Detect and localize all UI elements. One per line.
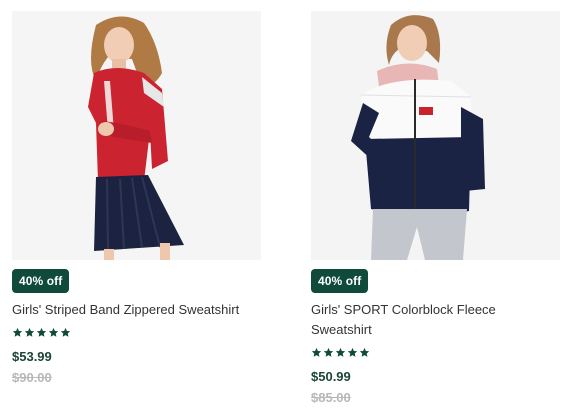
star-icon (359, 347, 370, 358)
product-image[interactable] (12, 11, 261, 260)
product-name[interactable]: Girls' SPORT Colorblock Fleece Sweatshir… (311, 300, 560, 340)
star-rating (12, 327, 71, 339)
original-price: $90.00 (12, 370, 52, 385)
star-icon (60, 327, 71, 338)
girl-navy-white-colorblock-fleece-photo (311, 11, 560, 260)
star-icon (347, 347, 358, 358)
discount-badge: 40% off (311, 269, 369, 293)
original-price: $85.00 (311, 390, 351, 405)
product-name[interactable]: Girls' Striped Band Zippered Sweatshirt (12, 300, 261, 320)
product-image[interactable] (311, 11, 560, 260)
star-icon (323, 347, 334, 358)
star-icon (12, 327, 23, 338)
star-rating (311, 347, 370, 359)
star-icon (48, 327, 59, 338)
sale-price: $53.99 (12, 349, 52, 364)
star-icon (335, 347, 346, 358)
star-icon (311, 347, 322, 358)
product-card[interactable]: 40% off Girls' SPORT Colorblock Fleece S… (311, 11, 560, 405)
discount-badge: 40% off (12, 269, 70, 293)
girl-red-striped-sweatshirt-photo (12, 11, 261, 260)
product-card[interactable]: 40% off Girls' Striped Band Zippered Swe… (12, 11, 261, 385)
star-icon (36, 327, 47, 338)
star-icon (24, 327, 35, 338)
sale-price: $50.99 (311, 369, 351, 384)
